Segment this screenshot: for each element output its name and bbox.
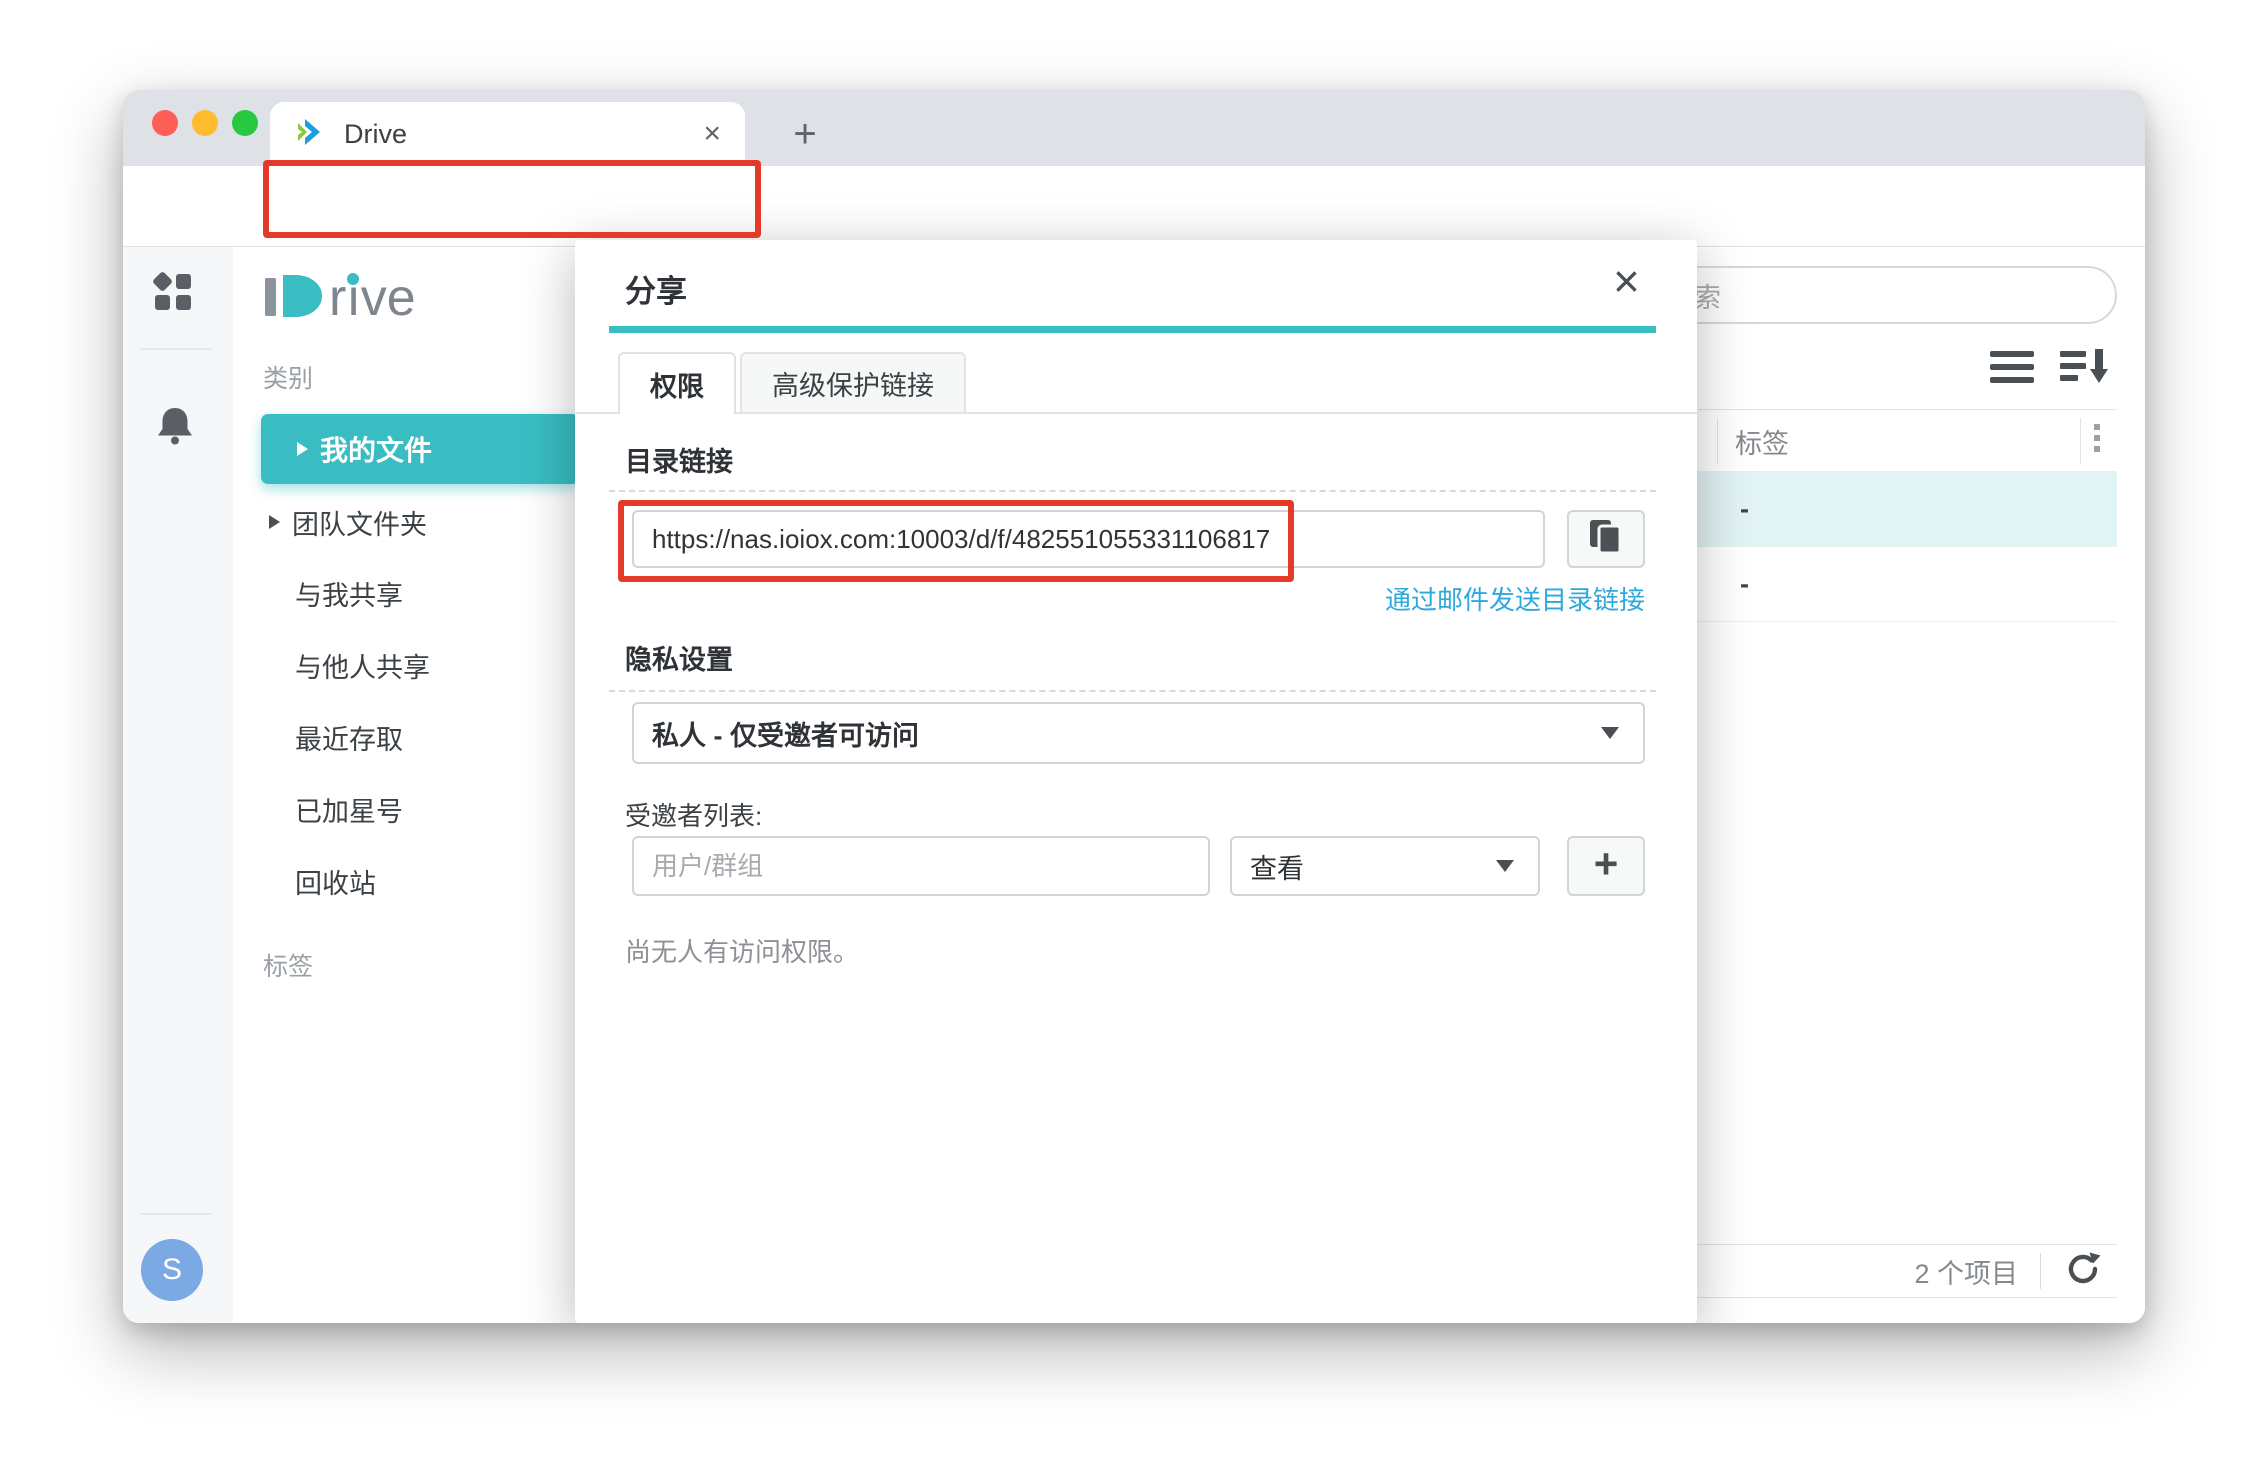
invitee-input[interactable] — [632, 836, 1210, 896]
browser-toolbar: https://nas.ioiox.com:10003 ☆ — [123, 166, 2145, 246]
rail-divider-bottom — [140, 1213, 212, 1215]
tab-advanced-link-protection[interactable]: 高级保护链接 — [740, 352, 966, 414]
privacy-section-title: 隐私设置 — [625, 638, 733, 677]
dashed-divider — [609, 690, 1656, 692]
sidebar-item-shared-with-others[interactable]: 与他人共享 — [295, 637, 430, 693]
item-count: 2 个项目 — [1914, 1252, 2018, 1291]
search-placeholder-partial: 索 — [1694, 276, 1721, 315]
privacy-select-value: 私人 - 仅受邀者可访问 — [652, 714, 919, 753]
link-section-title: 目录链接 — [625, 440, 733, 479]
expand-arrow-icon[interactable] — [297, 442, 308, 456]
sidebar-category-label: 类别 — [263, 359, 313, 395]
sidebar-tags-label: 标签 — [263, 947, 313, 983]
sidebar-item-label: 我的文件 — [320, 429, 432, 469]
drive-logo: rıve — [263, 267, 473, 330]
dashed-divider — [609, 490, 1656, 492]
expand-arrow-icon[interactable] — [269, 515, 280, 529]
user-avatar[interactable]: S — [141, 1239, 203, 1301]
privacy-select[interactable]: 私人 - 仅受邀者可访问 — [632, 702, 1645, 764]
dialog-close-icon[interactable]: × — [1613, 258, 1640, 304]
traffic-minimize-button[interactable] — [192, 110, 218, 136]
status-divider — [2040, 1253, 2041, 1289]
logo-text: rıve — [329, 269, 416, 325]
directory-link-input[interactable] — [632, 510, 1545, 568]
browser-tab[interactable]: Drive × — [270, 102, 745, 166]
browser-tabstrip: Drive × + — [123, 90, 2145, 166]
rail-divider — [140, 348, 212, 350]
sidebar-item-recent[interactable]: 最近存取 — [295, 709, 403, 765]
tab-permissions[interactable]: 权限 — [618, 352, 736, 414]
refresh-icon[interactable] — [2063, 1249, 2103, 1294]
column-header-tags[interactable]: 标签 — [1735, 410, 1789, 472]
dialog-title: 分享 — [625, 266, 687, 311]
tab-title: Drive — [344, 119, 703, 150]
chevron-down-icon — [1496, 860, 1514, 872]
sidebar-item-starred[interactable]: 已加星号 — [295, 781, 403, 837]
sidebar-item-shared-with-me[interactable]: 与我共享 — [295, 565, 403, 621]
dialog-accent-bar — [609, 326, 1656, 333]
sidebar-item-label: 团队文件夹 — [292, 503, 427, 542]
permission-select[interactable]: 查看 — [1230, 836, 1540, 896]
app-launcher-icon[interactable] — [149, 268, 197, 321]
tag-cell: - — [1740, 494, 1749, 525]
tag-cell: - — [1740, 569, 1749, 600]
copy-icon — [1588, 518, 1624, 561]
sidebar: rıve 类别 我的文件 团队文件夹 与我共享 与他人共享 最近存取 已加星号 … — [233, 247, 578, 1323]
send-link-by-email-link[interactable]: 通过邮件发送目录链接 — [1135, 580, 1645, 617]
add-invitee-button[interactable]: + — [1567, 836, 1645, 896]
tab-baseline — [575, 412, 1697, 414]
column-options-icon[interactable] — [2094, 424, 2100, 452]
browser-window: Drive × + https://nas.ioiox.com:10003 ☆ — [123, 90, 2145, 1323]
column-divider — [1717, 418, 1718, 464]
invitee-list-label: 受邀者列表: — [625, 796, 762, 833]
tab-close-icon[interactable]: × — [703, 119, 721, 149]
traffic-zoom-button[interactable] — [232, 110, 258, 136]
sidebar-item-recycle-bin[interactable]: 回收站 — [295, 853, 376, 909]
traffic-close-button[interactable] — [152, 110, 178, 136]
chevron-down-icon — [1601, 727, 1619, 739]
list-view-icon[interactable] — [1990, 351, 2036, 390]
notifications-bell-icon[interactable] — [152, 403, 198, 454]
drive-favicon-icon — [294, 116, 326, 153]
sort-order-icon[interactable] — [2060, 349, 2114, 392]
empty-invitee-message: 尚无人有访问权限。 — [625, 932, 859, 969]
sidebar-item-team-folder[interactable]: 团队文件夹 — [233, 491, 578, 553]
new-tab-button[interactable]: + — [775, 104, 835, 164]
sidebar-item-my-files[interactable]: 我的文件 — [261, 414, 579, 484]
app-rail: S — [123, 247, 234, 1323]
column-divider — [2080, 418, 2081, 464]
share-dialog: 分享 × 权限 高级保护链接 目录链接 通过邮件发送目录链接 隐私设置 私人 -… — [575, 240, 1697, 1323]
copy-link-button[interactable] — [1567, 510, 1645, 568]
permission-select-value: 查看 — [1250, 847, 1304, 886]
